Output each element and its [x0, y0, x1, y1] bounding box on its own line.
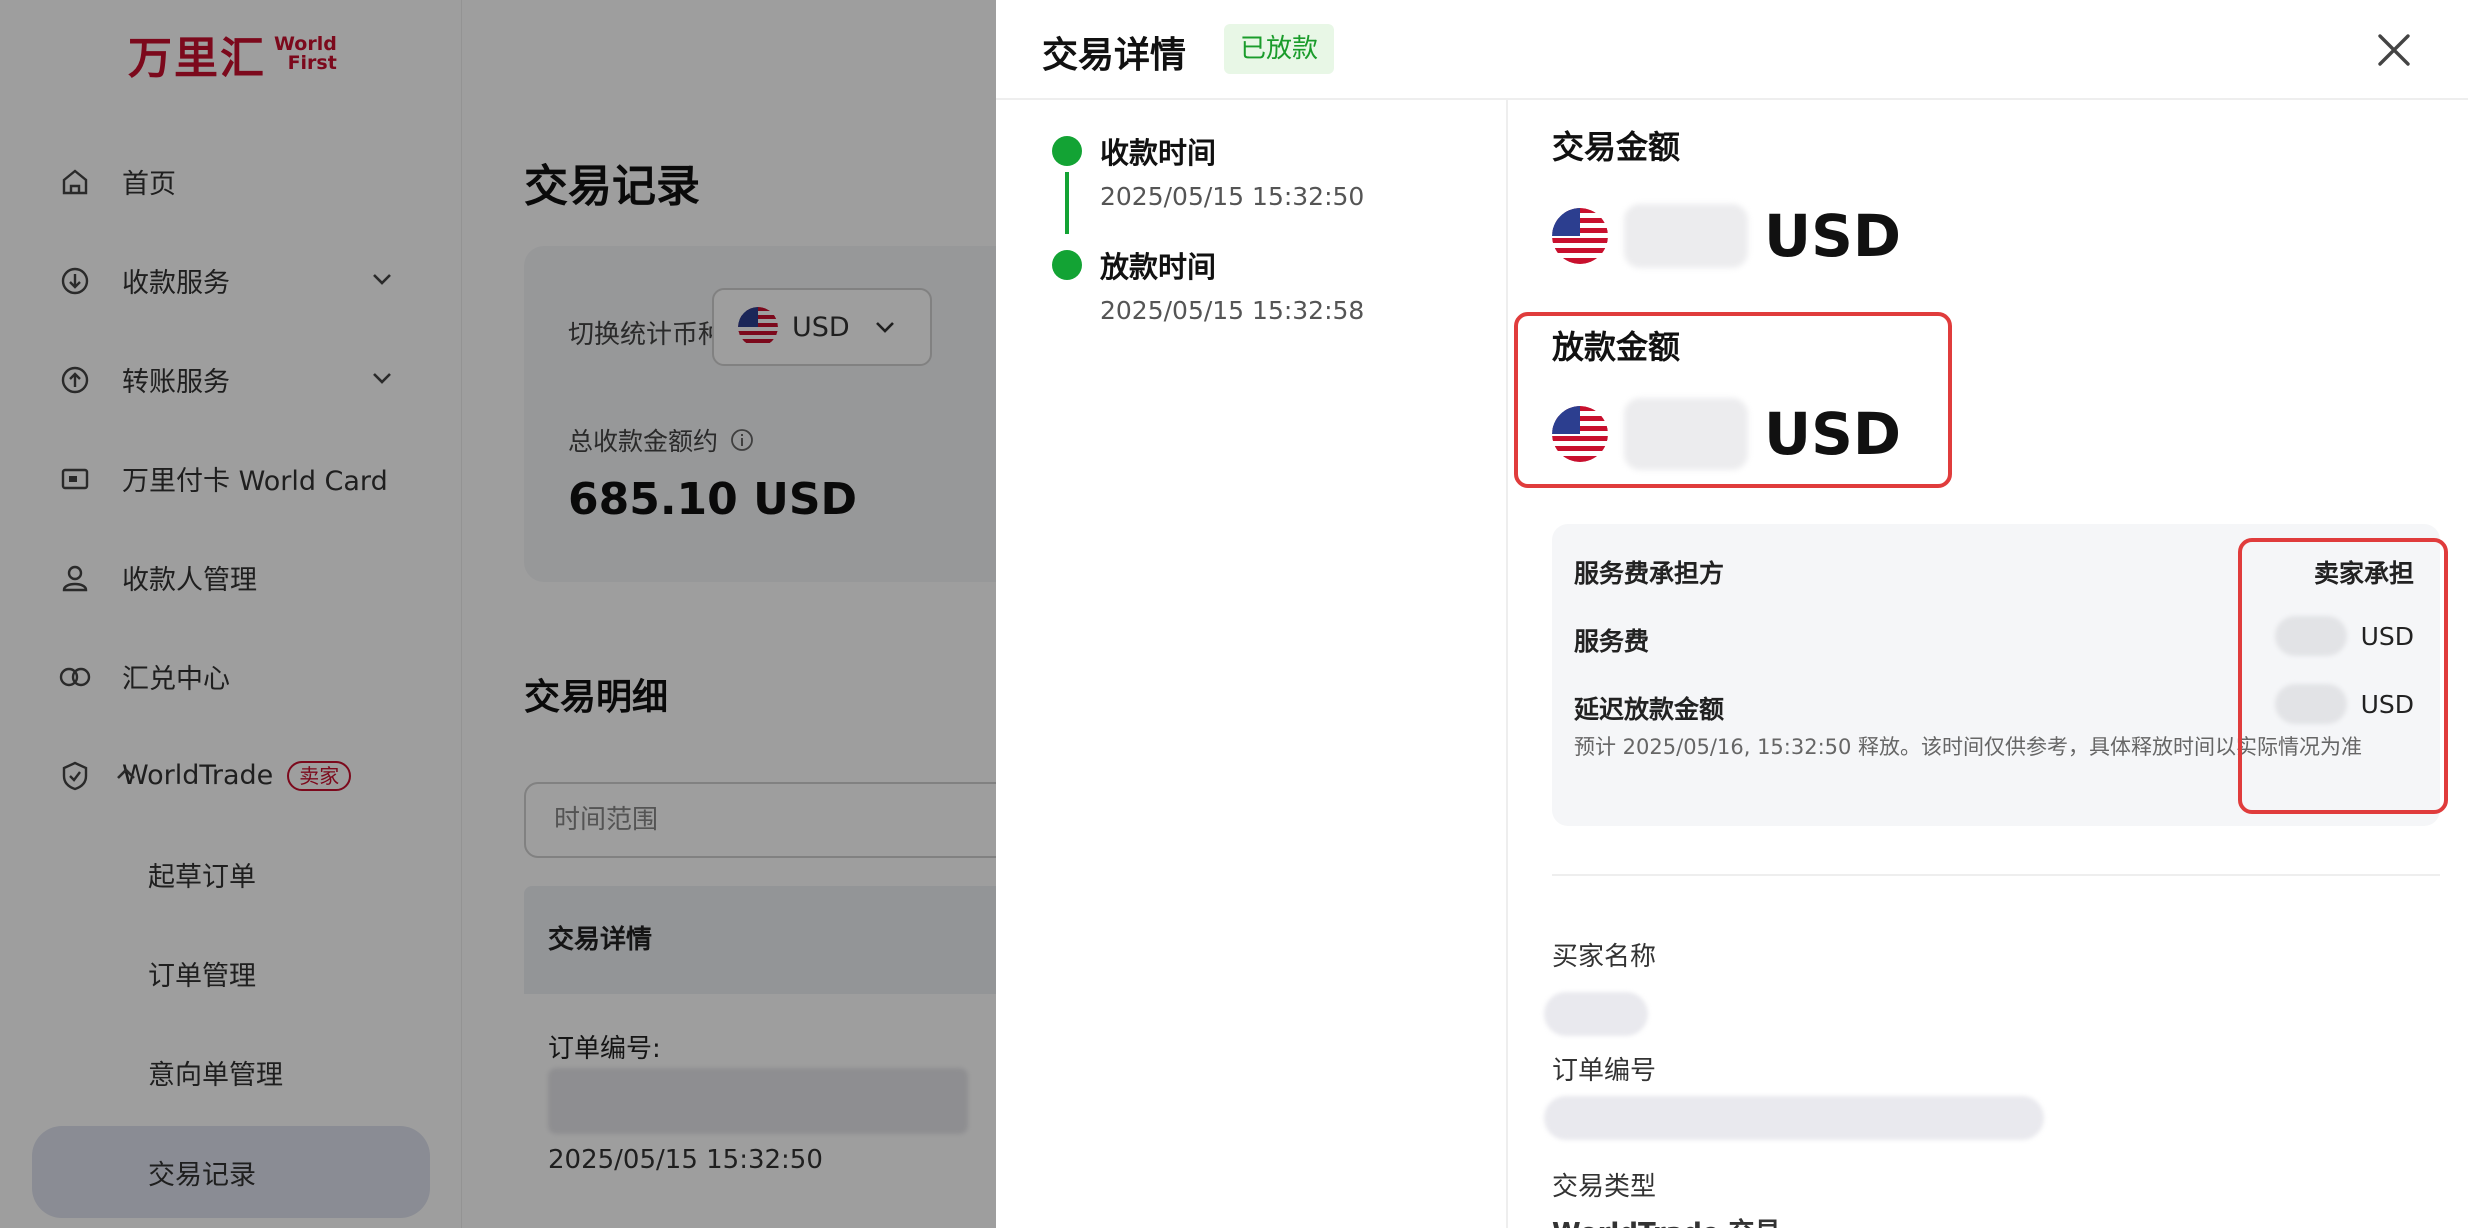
order-number-redacted: [1544, 1096, 2044, 1140]
timeline-time: 2025/05/15 15:32:58: [1100, 296, 1365, 325]
trade-amount-label: 交易金额: [1552, 128, 1681, 166]
delay-amount-label: 延迟放款金额: [1574, 695, 1725, 724]
timeline-label: 放款时间: [1100, 250, 1217, 284]
us-flag-icon: [1552, 208, 1608, 264]
close-button[interactable]: [2366, 22, 2422, 78]
timeline-label: 收款时间: [1100, 136, 1217, 170]
trade-amount-redacted: [1624, 204, 1748, 268]
timeline-dot: [1052, 250, 1082, 280]
timeline: 收款时间 2025/05/15 15:32:50 放款时间 2025/05/15…: [996, 100, 1508, 1228]
drawer-header: 交易详情 已放款: [996, 0, 2468, 100]
drawer-content: 交易金额 USD 放款金额 USD 服务费承担方 卖家承担 服务费 USD 延迟…: [1508, 100, 2468, 1228]
timeline-connector: [1065, 172, 1069, 234]
drawer-title: 交易详情: [1042, 35, 1187, 76]
fee-highlight: [2238, 538, 2448, 814]
modal-backdrop[interactable]: [0, 0, 996, 1228]
divider: [1552, 874, 2440, 876]
trade-type-label: 交易类型: [1552, 1172, 1657, 1202]
release-amount-label: 放款金额: [1552, 328, 1681, 366]
fee-bearer-label: 服务费承担方: [1574, 559, 1725, 588]
buyer-name-redacted: [1544, 992, 1648, 1036]
close-icon: [2378, 34, 2410, 66]
timeline-time: 2025/05/15 15:32:50: [1100, 182, 1365, 211]
trade-type-value: WorldTrade 交易: [1552, 1212, 1781, 1228]
timeline-dot: [1052, 136, 1082, 166]
transaction-detail-drawer: 交易详情 已放款 收款时间 2025/05/15 15:32:50 放款时间 2…: [996, 0, 2468, 1228]
release-amount-redacted: [1624, 398, 1748, 470]
trade-amount-currency: USD: [1764, 202, 1902, 270]
trade-amount: USD: [1552, 202, 1901, 270]
release-amount-currency: USD: [1764, 400, 1902, 468]
order-number-label: 订单编号: [1552, 1056, 1657, 1086]
us-flag-icon: [1552, 406, 1608, 462]
service-fee-label: 服务费: [1574, 627, 1650, 656]
status-badge: 已放款: [1224, 24, 1335, 74]
buyer-name-label: 买家名称: [1552, 942, 1657, 972]
release-amount: USD: [1552, 398, 1901, 470]
